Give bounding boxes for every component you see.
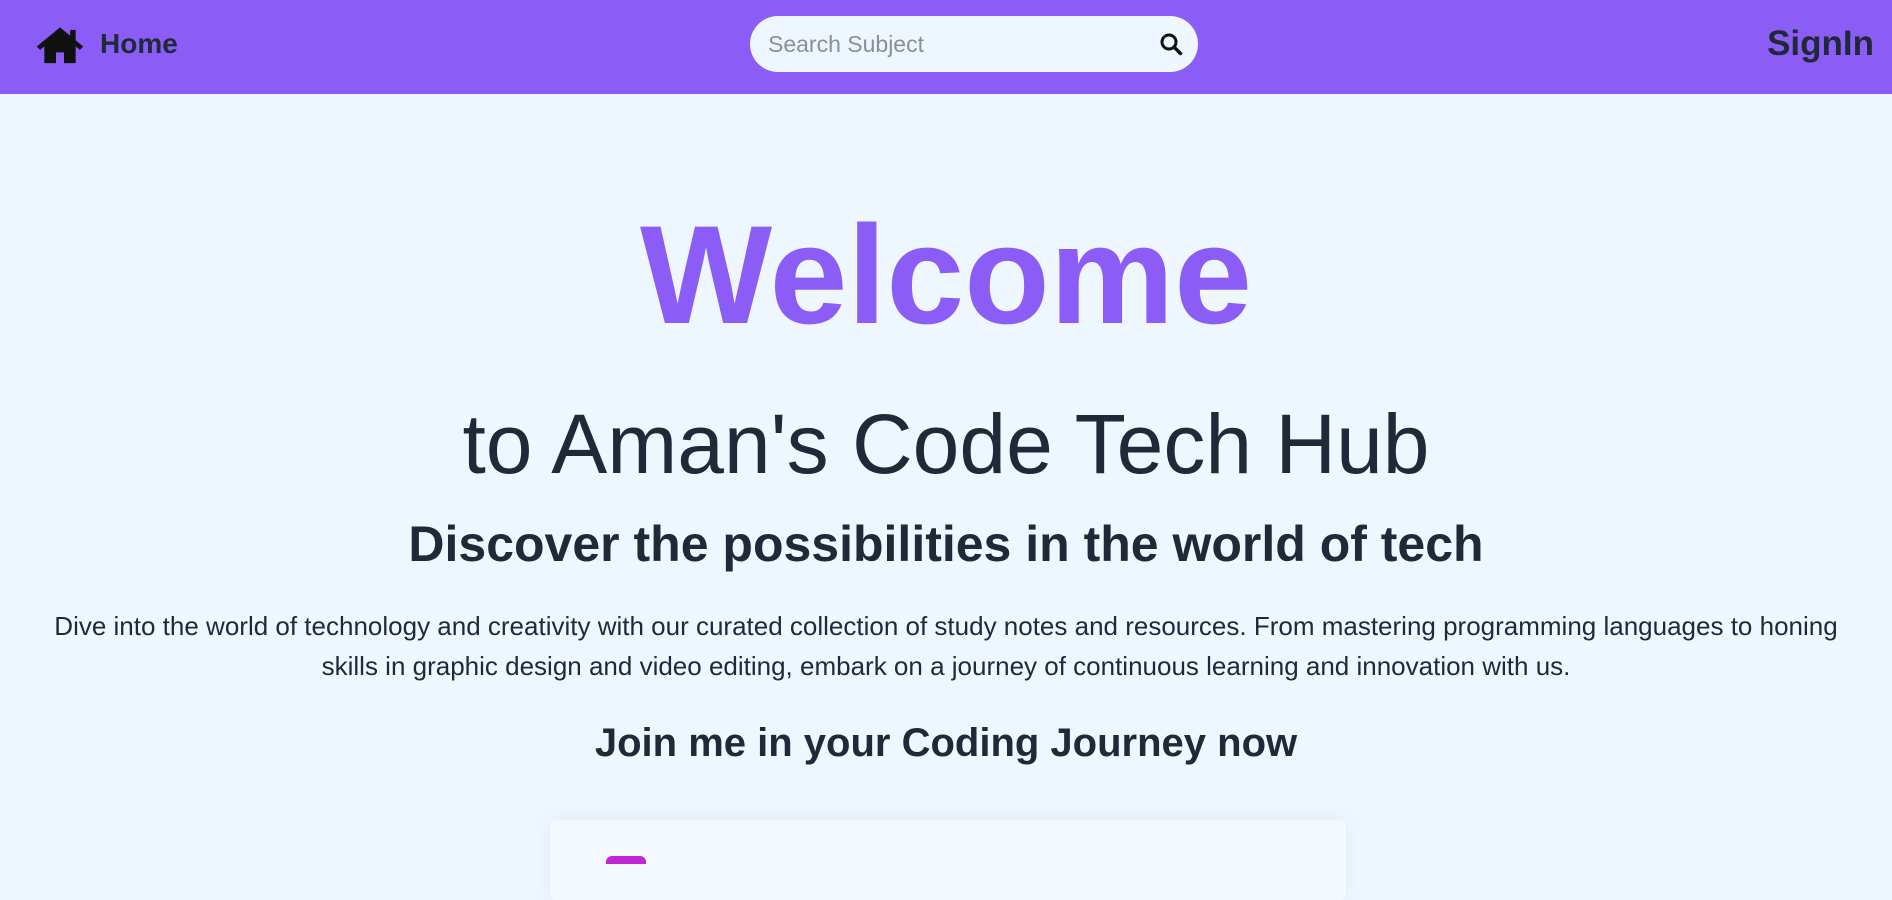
home-icon — [36, 27, 84, 64]
search-icon — [1160, 33, 1183, 56]
welcome-heading: Welcome — [639, 196, 1253, 353]
search-input[interactable] — [750, 16, 1144, 72]
site-subtitle: to Aman's Code Tech Hub — [462, 397, 1430, 491]
search-button[interactable] — [1144, 16, 1198, 72]
signin-link[interactable]: SignIn — [1767, 22, 1874, 66]
search-bar — [750, 16, 1198, 72]
feature-card — [550, 820, 1346, 900]
cta-heading: Join me in your Coding Journey now — [594, 721, 1298, 765]
home-label: Home — [100, 28, 178, 59]
top-navbar: Home SignIn — [0, 0, 1892, 94]
card-icon — [606, 856, 646, 864]
intro-description: Dive into the world of technology and cr… — [54, 611, 1838, 681]
tagline-heading: Discover the possibilities in the world … — [408, 516, 1484, 572]
home-link[interactable]: Home — [36, 22, 178, 66]
